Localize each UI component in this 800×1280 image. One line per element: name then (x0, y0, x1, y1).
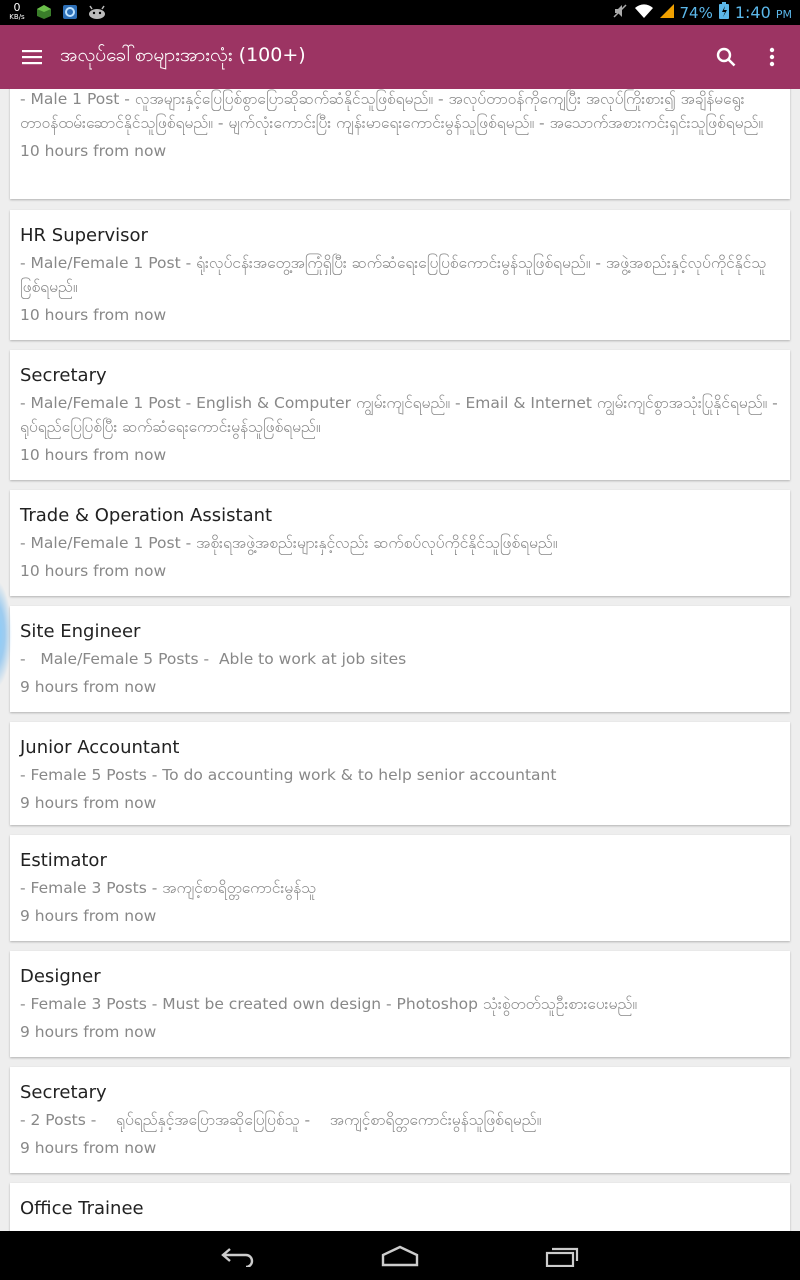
mute-icon (612, 3, 628, 23)
job-card[interactable]: Office Trainee (10, 1183, 790, 1231)
signal-icon (659, 3, 674, 22)
job-card[interactable]: Secretary - Male/Female 1 Post - English… (10, 350, 790, 480)
job-card[interactable]: - Male 1 Post - လူအများနှင့်ပြေပြစ်စွာပြ… (10, 89, 790, 199)
app-bar: အလုပ်ခေါ်စာများအားလုံး (100+) (0, 25, 800, 89)
back-button[interactable] (208, 1239, 268, 1273)
status-bar: 0 KB/s 74% 1:40 PM (0, 0, 800, 25)
job-title: Junior Accountant (20, 737, 180, 758)
clock-suffix: PM (775, 8, 792, 21)
job-description: - Male/Female 1 Post - အစိုးရအဖွဲ့အစည်းမ… (20, 534, 558, 552)
recents-icon (545, 1247, 579, 1267)
page-title: အလုပ်ခေါ်စာများအားလုံး (100+) (60, 44, 306, 66)
home-button[interactable] (370, 1239, 430, 1273)
clock-time: 1:40 (734, 3, 771, 22)
job-description: - 2 Posts - ရုပ်ရည်နှင့်အပြောအဆိုပြေပြစ်… (20, 1111, 542, 1129)
wifi-icon (634, 3, 654, 23)
job-title: Secretary (20, 1082, 107, 1103)
job-card[interactable]: Estimator - Female 3 Posts - အကျင့်စာရိတ… (10, 835, 790, 941)
job-card[interactable]: Site Engineer - Male/Female 5 Posts - Ab… (10, 606, 790, 712)
job-description: - Male 1 Post - လူအများနှင့်ပြေပြစ်စွာပြ… (20, 90, 764, 132)
job-description: - Female 3 Posts - Must be created own d… (20, 995, 638, 1013)
app-notification-icon (36, 4, 52, 20)
menu-button[interactable] (14, 39, 50, 75)
job-posted-time: 10 hours from now (20, 142, 167, 160)
job-posted-time: 9 hours from now (20, 794, 157, 812)
clock: 1:40 PM (735, 3, 792, 22)
net-speed-value: 0 (13, 1, 21, 14)
net-speed-indicator: 0 KB/s (8, 2, 26, 21)
job-description: - Male/Female 5 Posts - Able to work at … (20, 650, 407, 668)
job-title: Secretary (20, 365, 107, 386)
job-description: - Male/Female 1 Post - ရုံးလုပ်ငန်းအတွေ့… (20, 254, 767, 296)
job-card[interactable]: Trade & Operation Assistant - Male/Femal… (10, 490, 790, 596)
battery-icon (718, 2, 729, 23)
job-posted-time: 10 hours from now (20, 446, 167, 464)
job-description: - Male/Female 1 Post - English & Compute… (20, 394, 778, 436)
job-card[interactable]: Designer - Female 3 Posts - Must be crea… (10, 951, 790, 1057)
job-list-container[interactable]: - Male 1 Post - လူအများနှင့်ပြေပြစ်စွာပြ… (0, 89, 800, 1231)
navigation-bar (0, 1231, 800, 1280)
job-card[interactable]: Secretary - 2 Posts - ရုပ်ရည်နှင့်အပြောအ… (10, 1067, 790, 1173)
job-posted-time: 9 hours from now (20, 1023, 157, 1041)
job-description: - Female 5 Posts - To do accounting work… (20, 766, 557, 784)
job-title: Estimator (20, 850, 107, 871)
search-button[interactable] (710, 41, 742, 73)
job-posted-time: 10 hours from now (20, 562, 167, 580)
job-title: Site Engineer (20, 621, 141, 642)
search-icon (716, 47, 736, 67)
job-title: Office Trainee (20, 1198, 144, 1219)
job-card[interactable]: HR Supervisor - Male/Female 1 Post - ရုံ… (10, 210, 790, 340)
recents-button[interactable] (532, 1239, 592, 1273)
more-options-button[interactable] (758, 41, 786, 73)
net-speed-unit: KB/s (9, 13, 25, 21)
job-posted-time: 10 hours from now (20, 306, 167, 324)
android-notification-icon (88, 4, 105, 20)
job-card[interactable]: Junior Accountant - Female 5 Posts - To … (10, 722, 790, 825)
more-vert-icon (769, 47, 775, 67)
job-description: - Female 3 Posts - အကျင့်စာရိတ္တကောင်းမွ… (20, 879, 317, 897)
home-icon (381, 1245, 419, 1267)
browser-notification-icon (62, 4, 78, 20)
menu-icon (22, 50, 42, 65)
job-posted-time: 9 hours from now (20, 907, 157, 925)
battery-percent: 74% (679, 3, 713, 22)
job-title: Designer (20, 966, 101, 987)
job-title: HR Supervisor (20, 225, 148, 246)
job-title: Trade & Operation Assistant (20, 505, 273, 526)
back-icon (221, 1248, 254, 1267)
job-posted-time: 9 hours from now (20, 678, 157, 696)
job-posted-time: 9 hours from now (20, 1139, 157, 1157)
